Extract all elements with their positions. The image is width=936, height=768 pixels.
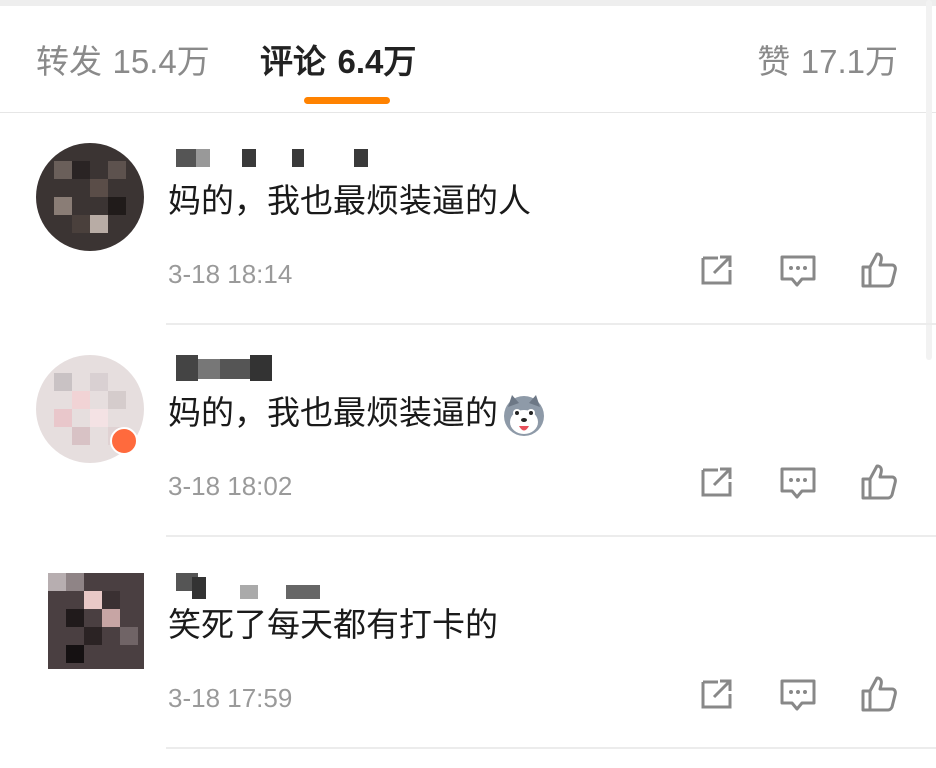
tab-likes-count: 17.1万 bbox=[800, 43, 898, 80]
tab-comments-label: 评论 bbox=[260, 42, 326, 81]
comment-item: 妈的，我也最烦装逼的 3-18 18:02 bbox=[0, 325, 936, 537]
share-icon[interactable] bbox=[697, 249, 739, 291]
comment-item: 笑死了每天都有打卡的 3-18 17:59 bbox=[0, 537, 936, 749]
comment-text-content: 妈的，我也最烦装逼的 bbox=[168, 393, 498, 432]
tab-likes-label: 赞 bbox=[757, 42, 791, 81]
comment-text: 笑死了每天都有打卡的 bbox=[168, 605, 498, 644]
active-tab-indicator bbox=[304, 97, 390, 104]
share-icon[interactable] bbox=[697, 461, 739, 503]
divider bbox=[166, 747, 936, 749]
comment-text: 妈的，我也最烦装逼的人 bbox=[168, 181, 531, 220]
tab-repost-count: 15.4万 bbox=[112, 43, 210, 80]
thumbs-up-icon[interactable] bbox=[858, 673, 900, 715]
comment-icon[interactable] bbox=[777, 461, 819, 503]
comment-icon[interactable] bbox=[777, 673, 819, 715]
tab-comments[interactable]: 评论 6.4万 bbox=[260, 42, 416, 82]
thumbs-up-icon[interactable] bbox=[858, 461, 900, 503]
comment-time: 3-18 17:59 bbox=[168, 683, 293, 713]
avatar[interactable] bbox=[48, 573, 144, 669]
tab-comments-count: 6.4万 bbox=[337, 43, 417, 80]
comment-icon[interactable] bbox=[777, 249, 819, 291]
avatar[interactable] bbox=[36, 143, 144, 251]
husky-dog-emoji bbox=[504, 394, 544, 436]
tab-repost-label: 转发 bbox=[36, 42, 102, 81]
comment-text: 妈的，我也最烦装逼的 bbox=[168, 391, 546, 437]
comment-time: 3-18 18:02 bbox=[168, 471, 293, 501]
comment-tabs: 转发 15.4万 评论 6.4万 赞 17.1万 bbox=[0, 6, 936, 113]
comment-time: 3-18 18:14 bbox=[168, 259, 293, 289]
comment-item: 妈的，我也最烦装逼的人 3-18 18:14 bbox=[0, 113, 936, 325]
share-icon[interactable] bbox=[697, 673, 739, 715]
thumbs-up-icon[interactable] bbox=[858, 249, 900, 291]
verified-badge bbox=[110, 427, 138, 455]
tab-likes[interactable]: 赞 17.1万 bbox=[757, 42, 898, 82]
tab-repost[interactable]: 转发 15.4万 bbox=[36, 42, 210, 82]
